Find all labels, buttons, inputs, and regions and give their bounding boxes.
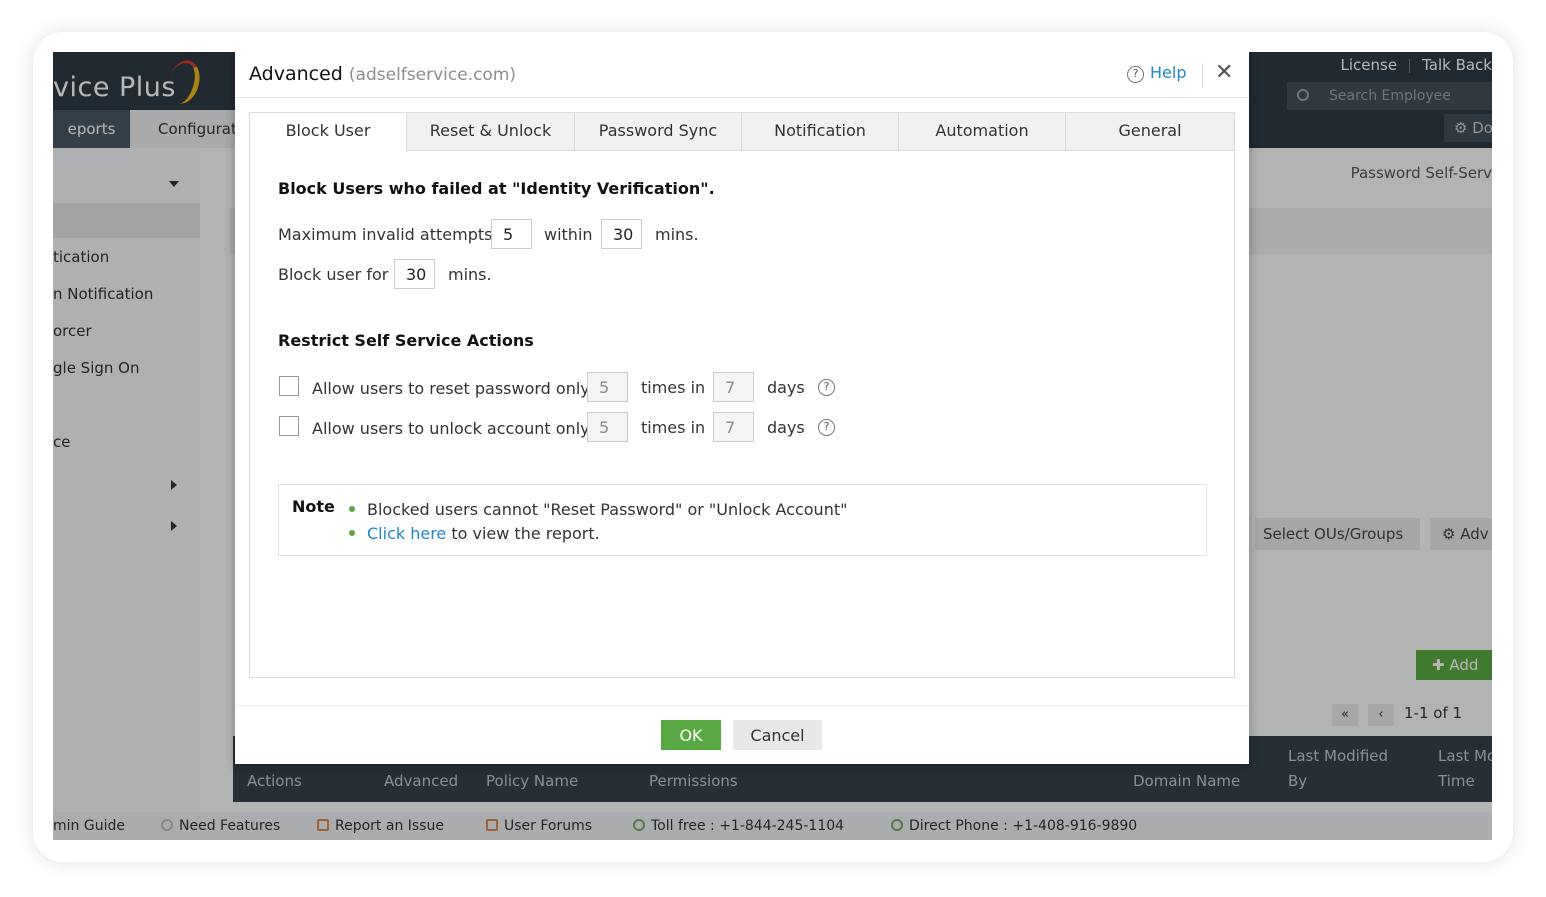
reset-password-limit-checkbox[interactable] (279, 376, 299, 396)
reset-password-limit-label: Allow users to reset password only (312, 379, 590, 398)
note-box: Note Blocked users cannot "Reset Passwor… (278, 484, 1207, 556)
view-report-link[interactable]: Click here (367, 524, 446, 543)
help-icon[interactable]: ? (818, 419, 835, 436)
unlock-times-input[interactable] (587, 412, 628, 442)
header-divider (1202, 64, 1203, 88)
dialog-title-text: Advanced (249, 63, 343, 85)
app-window: vice Plus License Talk Back Search Employ… (53, 52, 1492, 840)
settings-tabs: Block User Reset & Unlock Password Sync … (250, 113, 1234, 152)
help-label: Help (1150, 63, 1187, 82)
unlock-days-input[interactable] (713, 412, 754, 442)
note-line2-text: to view the report. (446, 524, 600, 543)
within-label: within (544, 225, 593, 244)
reset-days-input[interactable] (713, 372, 754, 402)
dialog-domain-subtitle: (adselfservice.com) (348, 65, 517, 85)
block-mins-label: mins. (448, 265, 492, 284)
block-users-heading: Block Users who failed at "Identity Veri… (278, 179, 715, 198)
tab-reset-unlock[interactable]: Reset & Unlock (407, 113, 575, 151)
reset-times-label: times in (641, 378, 706, 397)
within-minutes-input[interactable] (601, 219, 642, 249)
cancel-button[interactable]: Cancel (733, 720, 822, 750)
bullet-icon (349, 530, 355, 536)
within-mins-label: mins. (655, 225, 699, 244)
advanced-settings-dialog: Advanced (adselfservice.com) ? Help ✕ Blo… (235, 52, 1249, 764)
help-icon: ? (1127, 66, 1144, 83)
reset-days-label: days (767, 378, 805, 397)
max-attempts-input[interactable] (491, 219, 532, 249)
note-line1-text: Blocked users cannot "Reset Password" or… (367, 500, 848, 519)
close-icon[interactable]: ✕ (1215, 60, 1233, 85)
note-item-blocked-users: Blocked users cannot "Reset Password" or… (349, 500, 847, 519)
dialog-footer-divider (235, 705, 1249, 706)
unlock-days-label: days (767, 418, 805, 437)
dialog-body: Block User Reset & Unlock Password Sync … (249, 112, 1235, 678)
tab-notification[interactable]: Notification (742, 113, 899, 151)
tab-general[interactable]: General (1066, 113, 1234, 151)
dialog-header-divider (235, 97, 1249, 98)
tab-block-user[interactable]: Block User (250, 113, 407, 152)
ok-button[interactable]: OK (661, 720, 721, 750)
help-link[interactable]: ? Help (1127, 63, 1186, 83)
unlock-times-label: times in (641, 418, 706, 437)
block-for-label: Block user for (278, 265, 389, 284)
help-icon[interactable]: ? (818, 379, 835, 396)
note-label: Note (292, 497, 335, 516)
restrict-actions-heading: Restrict Self Service Actions (278, 331, 534, 350)
bullet-icon (349, 506, 355, 512)
dialog-title: Advanced (adselfservice.com) (249, 63, 516, 85)
unlock-account-limit-checkbox[interactable] (279, 416, 299, 436)
block-duration-input[interactable] (394, 259, 435, 289)
reset-times-input[interactable] (587, 372, 628, 402)
max-attempts-label: Maximum invalid attempts (278, 225, 493, 244)
tab-password-sync[interactable]: Password Sync (575, 113, 742, 151)
note-item-report: Click here to view the report. (349, 524, 600, 543)
tab-automation[interactable]: Automation (899, 113, 1066, 151)
unlock-account-limit-label: Allow users to unlock account only (312, 419, 590, 438)
